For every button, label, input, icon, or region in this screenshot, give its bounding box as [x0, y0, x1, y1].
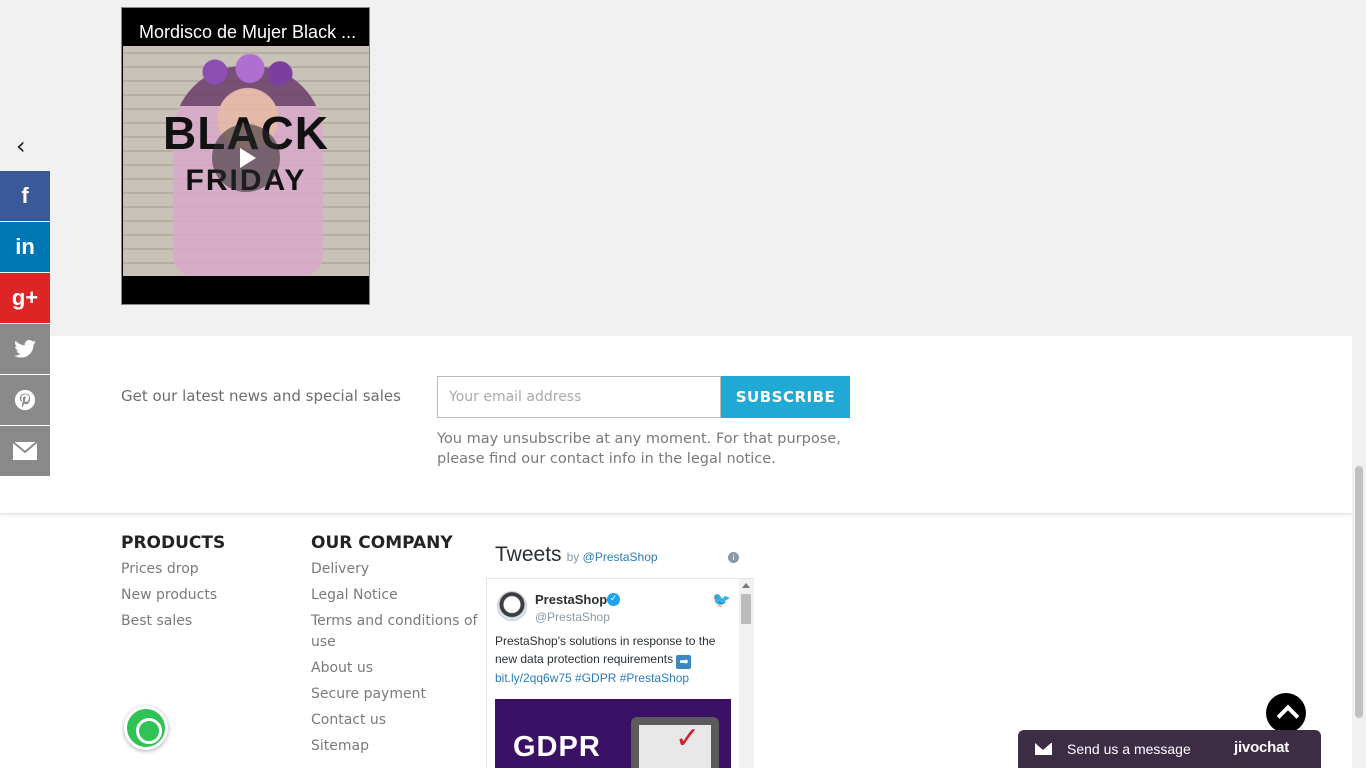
link-about-us[interactable]: About us: [311, 658, 481, 679]
subscribe-button[interactable]: SUBSCRIBE: [721, 376, 850, 418]
twitter-icon[interactable]: [0, 324, 50, 374]
company-heading: OUR COMPANY: [311, 533, 453, 553]
newsletter-note: You may unsubscribe at any moment. For t…: [437, 431, 841, 467]
whatsapp-icon[interactable]: [124, 706, 168, 750]
video-title[interactable]: Mordisco de Mujer Black ...: [139, 22, 359, 43]
tweet-text: PrestaShop's solutions in response to th…: [495, 632, 735, 687]
link-delivery[interactable]: Delivery: [311, 559, 481, 580]
twitter-by-prefix: by: [566, 550, 580, 564]
twitter-bird-icon[interactable]: 🐦: [712, 591, 731, 609]
jivochat-logo: jivochat: [1234, 739, 1290, 756]
company-column: OUR COMPANY Delivery Legal Notice Terms …: [311, 533, 481, 762]
pinterest-icon[interactable]: [0, 375, 50, 425]
link-legal-notice[interactable]: Legal Notice: [311, 585, 481, 606]
link-best-sales[interactable]: Best sales: [121, 611, 291, 632]
jivochat-message[interactable]: Send us a message: [1067, 741, 1191, 757]
twitter-timeline[interactable]: PrestaShop ✓ @PrestaShop 🐦 PrestaShop's …: [486, 578, 754, 768]
page-scroll-thumb[interactable]: [1355, 466, 1363, 718]
twitter-widget-header: Tweets by @PrestaShop: [495, 543, 658, 567]
info-icon[interactable]: i: [728, 552, 739, 563]
checkmark-icon: ✓: [675, 721, 701, 756]
video-section: BLACK FRIDAY Mordisco de Mujer Black ...: [0, 0, 1352, 336]
social-share-bar: f in g+: [0, 171, 50, 477]
chevron-left-icon[interactable]: ‹: [16, 134, 36, 158]
timeline-scroll-thumb[interactable]: [741, 594, 751, 624]
twitter-widget-by: by @PrestaShop: [567, 550, 658, 564]
twitter-widget-title: Tweets: [495, 543, 562, 566]
video-thumbnail-flowers: [195, 54, 295, 90]
arrow-right-icon: ➡: [676, 655, 692, 669]
tweet-image[interactable]: GDPR ✓: [495, 699, 731, 768]
prestashop-avatar[interactable]: [497, 591, 527, 621]
tweet-author-handle[interactable]: @PrestaShop: [535, 610, 610, 624]
link-secure-payment[interactable]: Secure payment: [311, 684, 481, 705]
link-contact-us[interactable]: Contact us: [311, 710, 481, 731]
link-terms[interactable]: Terms and conditions of use: [311, 611, 481, 653]
google-plus-icon[interactable]: g+: [0, 273, 50, 323]
link-new-products[interactable]: New products: [121, 585, 291, 606]
jivochat-bar[interactable]: Send us a message jivochat: [1018, 730, 1321, 768]
newsletter-email-input[interactable]: [437, 376, 721, 418]
email-icon[interactable]: [0, 426, 50, 476]
play-icon[interactable]: [212, 124, 280, 192]
link-sitemap[interactable]: Sitemap: [311, 736, 481, 757]
twitter-by-handle[interactable]: @PrestaShop: [583, 550, 658, 564]
page-scrollbar[interactable]: [1352, 0, 1366, 768]
products-heading: PRODUCTS: [121, 533, 226, 553]
linkedin-icon[interactable]: in: [0, 222, 50, 272]
scroll-up-icon[interactable]: [742, 583, 750, 588]
mail-icon: [1035, 743, 1052, 755]
products-column: PRODUCTS Prices drop New products Best s…: [121, 533, 291, 637]
timeline-scrollbar[interactable]: [739, 579, 754, 768]
newsletter-label: Get our latest news and special sales: [121, 387, 401, 405]
video-player[interactable]: BLACK FRIDAY Mordisco de Mujer Black ...: [121, 7, 370, 305]
verified-icon: ✓: [607, 593, 620, 606]
tweet-link[interactable]: bit.ly/2qq6w75 #GDPR #PrestaShop: [495, 671, 689, 685]
facebook-icon[interactable]: f: [0, 171, 50, 221]
back-to-top-button[interactable]: [1266, 693, 1306, 733]
link-prices-drop[interactable]: Prices drop: [121, 559, 291, 580]
tweet-image-text: GDPR: [513, 731, 601, 763]
tweet-author-name[interactable]: PrestaShop: [535, 592, 607, 607]
footer-divider: [0, 513, 1352, 515]
